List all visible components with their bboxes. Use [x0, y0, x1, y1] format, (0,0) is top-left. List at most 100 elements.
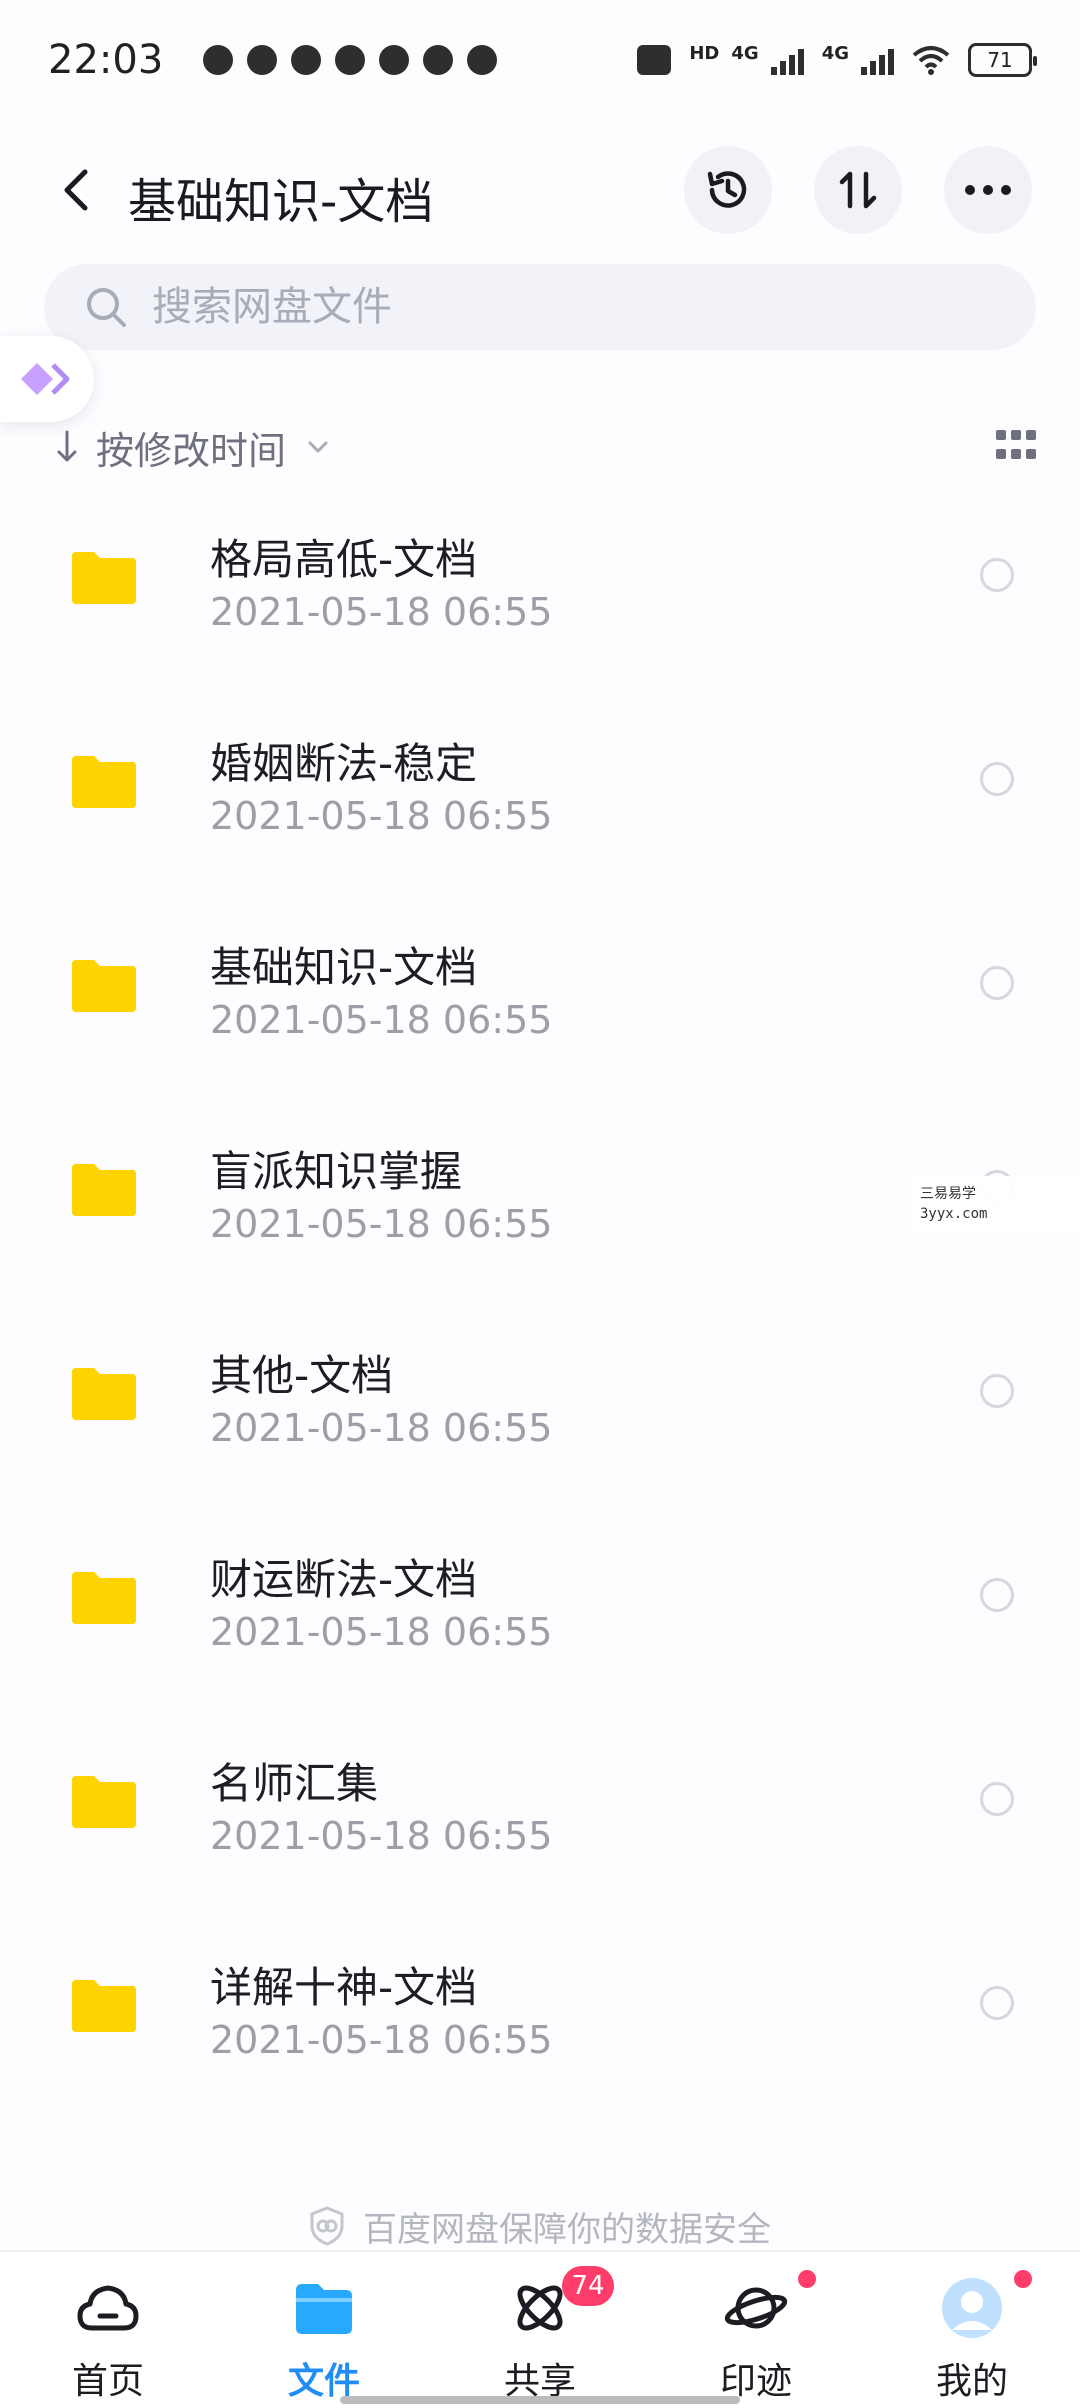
history-icon	[707, 171, 747, 208]
file-row[interactable]: 其他-文档 2021-05-18 06:55	[0, 1322, 1080, 1526]
select-radio[interactable]	[980, 762, 1014, 796]
folder-icon	[72, 1572, 136, 1624]
wifi-icon	[912, 46, 950, 75]
file-date: 2021-05-18 06:55	[210, 590, 553, 634]
search-bar[interactable]	[44, 264, 1036, 350]
notification-app-icon	[291, 45, 322, 75]
file-name: 名师汇集	[210, 1759, 379, 1808]
folder-icon	[72, 552, 136, 604]
file-name: 格局高低-文档	[210, 535, 478, 584]
file-date: 2021-05-18 06:55	[210, 1814, 553, 1858]
notification-icons	[203, 45, 498, 75]
status-left: 22:03	[48, 37, 498, 83]
select-radio[interactable]	[980, 1986, 1014, 2020]
file-date: 2021-05-18 06:55	[210, 1202, 553, 1246]
diamond-icon	[21, 363, 70, 395]
folder-icon	[72, 1776, 136, 1828]
file-name: 婚姻断法-稳定	[210, 739, 478, 788]
file-row[interactable]: 名师汇集 2021-05-18 06:55	[0, 1730, 1080, 1934]
alarm-icon	[637, 45, 672, 75]
file-name: 财运断法-文档	[210, 1555, 478, 1604]
avatar-icon	[942, 2278, 1002, 2338]
file-date: 2021-05-18 06:55	[210, 1610, 553, 1654]
page-title: 基础知识-文档	[128, 174, 434, 230]
signal-icon	[770, 45, 804, 75]
search-input[interactable]	[152, 284, 952, 330]
sort-row[interactable]: 按修改时间	[56, 412, 1036, 482]
sort-label[interactable]: 按修改时间	[96, 420, 286, 475]
file-row[interactable]: 婚姻断法-稳定 2021-05-18 06:55	[0, 710, 1080, 914]
security-note: 百度网盘保障你的数据安全	[0, 2196, 1080, 2256]
status-bar: 22:03 HD 4G 4G 71	[0, 0, 1080, 120]
select-radio[interactable]	[980, 558, 1014, 592]
arrow-down-icon	[57, 430, 77, 462]
battery-icon: 71	[968, 43, 1037, 77]
floating-tab[interactable]	[0, 336, 94, 422]
sort-button[interactable]	[814, 146, 902, 234]
folder-icon	[72, 1980, 136, 2032]
file-row[interactable]: 格局高低-文档 2021-05-18 06:55	[0, 506, 1080, 710]
folder-icon	[296, 2284, 352, 2334]
notification-app-icon	[203, 45, 234, 75]
folder-icon	[72, 756, 136, 808]
status-right: HD 4G 4G 71	[637, 43, 1037, 77]
share-badge: 74	[562, 2266, 614, 2306]
hd-label: HD	[689, 43, 720, 64]
folder-icon	[72, 960, 136, 1012]
file-date: 2021-05-18 06:55	[210, 1406, 553, 1450]
select-radio[interactable]	[980, 1578, 1014, 1612]
search-icon	[87, 288, 126, 327]
nav-item-profile[interactable]: 我的	[864, 2252, 1080, 2408]
nav-item-home[interactable]: 首页	[0, 2252, 216, 2408]
file-date: 2021-05-18 06:55	[210, 998, 553, 1042]
back-button[interactable]	[48, 162, 104, 218]
status-time: 22:03	[48, 37, 164, 83]
notification-dot	[798, 2270, 816, 2288]
shield-icon	[310, 2206, 344, 2246]
file-name: 基础知识-文档	[210, 943, 478, 992]
file-name: 盲派知识掌握	[210, 1147, 463, 1196]
watermark-line-2: 3yyx.com	[920, 1206, 988, 1222]
planet-icon	[724, 2287, 788, 2329]
file-row[interactable]: 详解十神-文档 2021-05-18 06:55	[0, 1934, 1080, 2138]
signal-icon	[861, 45, 894, 75]
header: 基础知识-文档	[0, 140, 1080, 240]
sort-icon	[839, 171, 877, 209]
file-row[interactable]: 基础知识-文档 2021-05-18 06:55	[0, 914, 1080, 1118]
nav-item-files[interactable]: 文件	[216, 2252, 432, 2408]
bottom-nav: 首页 文件 74 共享 印迹 我的	[0, 2250, 1080, 2408]
select-radio[interactable]	[980, 1782, 1014, 1816]
home-indicator[interactable]	[340, 2396, 740, 2404]
network-label-1: 4G	[731, 43, 759, 64]
select-radio[interactable]	[980, 966, 1014, 1000]
chevron-left-icon	[64, 169, 88, 211]
nav-item-traces[interactable]: 印迹	[648, 2252, 864, 2408]
nav-item-share[interactable]: 74 共享	[432, 2252, 648, 2408]
nav-label: 首页	[71, 2361, 144, 2402]
file-list: 格局高低-文档 2021-05-18 06:55 婚姻断法-稳定 2021-05…	[0, 506, 1080, 2138]
file-name: 详解十神-文档	[210, 1963, 478, 2012]
more-icon	[965, 185, 1011, 195]
select-radio[interactable]	[980, 1374, 1014, 1408]
history-button[interactable]	[684, 146, 772, 234]
folder-icon	[72, 1368, 136, 1420]
notification-app-icon	[247, 45, 278, 75]
file-date: 2021-05-18 06:55	[210, 2018, 553, 2062]
security-note-text: 百度网盘保障你的数据安全	[363, 2209, 771, 2250]
nav-label: 我的	[935, 2361, 1008, 2402]
file-date: 2021-05-18 06:55	[210, 794, 553, 838]
notification-app-icon	[335, 45, 366, 75]
more-button[interactable]	[944, 146, 1032, 234]
watermark: 三易易学 3yyx.com	[912, 1176, 1080, 1234]
chevron-down-icon	[308, 441, 328, 453]
file-row[interactable]: 财运断法-文档 2021-05-18 06:55	[0, 1526, 1080, 1730]
watermark-line-1: 三易易学	[920, 1186, 976, 1202]
folder-icon	[72, 1164, 136, 1216]
notification-app-icon	[379, 45, 410, 75]
network-label-2: 4G	[821, 43, 849, 64]
grid-view-icon[interactable]	[996, 430, 1036, 462]
notification-app-icon	[467, 45, 498, 75]
notification-app-icon	[423, 45, 454, 75]
file-name: 其他-文档	[210, 1351, 394, 1400]
cloud-home-icon	[77, 2285, 139, 2331]
